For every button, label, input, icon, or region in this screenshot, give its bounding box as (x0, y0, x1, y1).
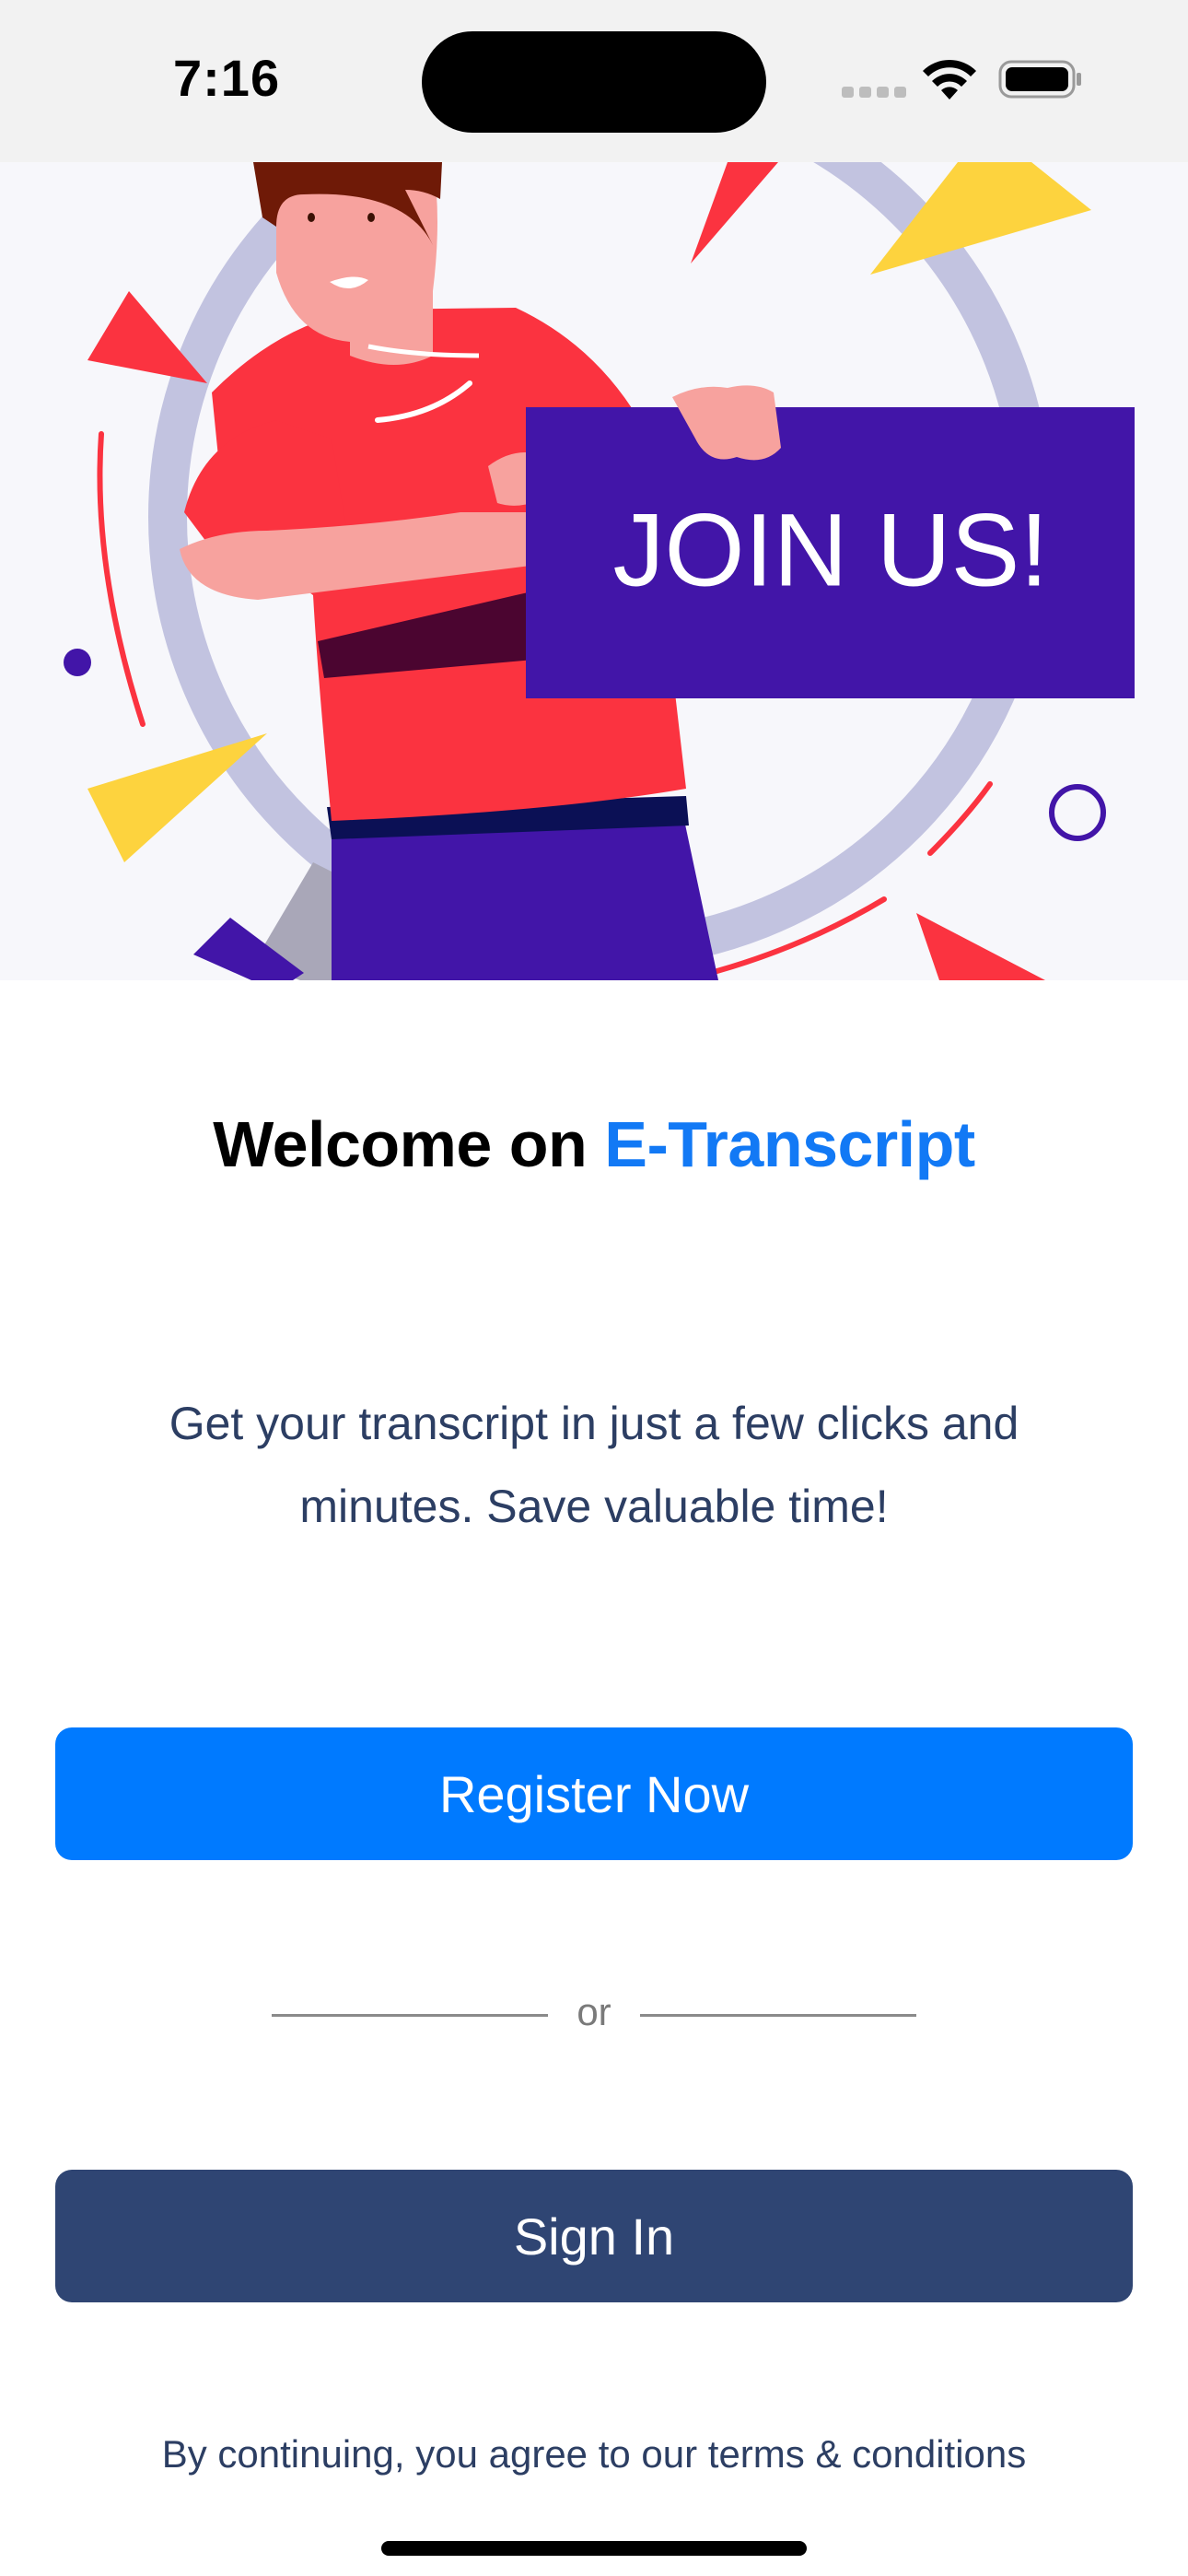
home-indicator[interactable] (381, 2541, 807, 2556)
register-now-label: Register Now (438, 1764, 750, 1823)
register-now-button[interactable]: Register Now (55, 1727, 1133, 1860)
divider-line-left (272, 2014, 548, 2017)
battery-icon (998, 60, 1081, 99)
status-time: 7:16 (173, 49, 281, 107)
divider-text: or (577, 1990, 611, 2033)
welcome-title-prefix: Welcome on (213, 1108, 605, 1180)
join-us-illustration: JOIN US! (64, 162, 1135, 980)
terms-text[interactable]: By continuing, you agree to our terms & … (0, 2432, 1188, 2476)
dynamic-island (422, 31, 766, 133)
welcome-title: Welcome on E-Transcript (0, 1107, 1188, 1181)
sign-in-button[interactable]: Sign In (55, 2170, 1133, 2302)
divider-line-right (640, 2014, 916, 2017)
hero-illustration: JOIN US! (0, 162, 1188, 980)
brand-name: E-Transcript (604, 1108, 975, 1180)
sign-in-label: Sign In (513, 2207, 675, 2266)
cellular-signal-icon (842, 87, 906, 100)
wifi-icon (923, 59, 976, 100)
join-us-sign-text: JOIN US! (613, 493, 1049, 608)
status-bar: 7:16 (0, 0, 1188, 162)
or-divider: or (272, 1990, 916, 2040)
description-text: Get your transcript in just a few clicks… (169, 1398, 1019, 1532)
